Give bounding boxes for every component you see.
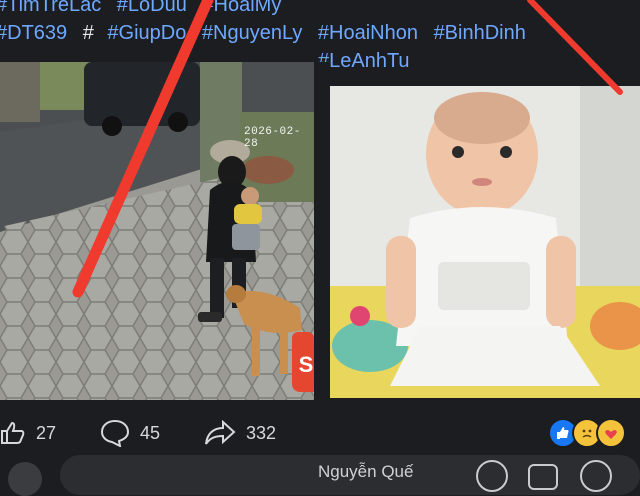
reaction-summary[interactable] (548, 418, 626, 448)
avatar[interactable] (8, 462, 42, 496)
red-strike-left (72, 0, 214, 298)
sticker-icon[interactable] (580, 460, 612, 492)
comment-button[interactable]: 45 (100, 418, 160, 448)
like-button[interactable]: 27 (0, 418, 56, 448)
comment-icon (100, 419, 130, 447)
emoji-icon[interactable] (476, 460, 508, 492)
like-count: 27 (36, 422, 57, 443)
comment-count: 45 (140, 422, 161, 443)
care-reaction-icon (596, 418, 626, 448)
red-strike-right (527, 0, 623, 95)
gif-icon[interactable] (528, 464, 558, 490)
share-button[interactable]: 332 (204, 418, 276, 448)
share-arrow-icon (205, 420, 236, 445)
share-count: 332 (246, 422, 277, 443)
comment-author-name: Nguyễn Quế (318, 462, 414, 481)
thumbs-up-icon (1, 421, 25, 444)
